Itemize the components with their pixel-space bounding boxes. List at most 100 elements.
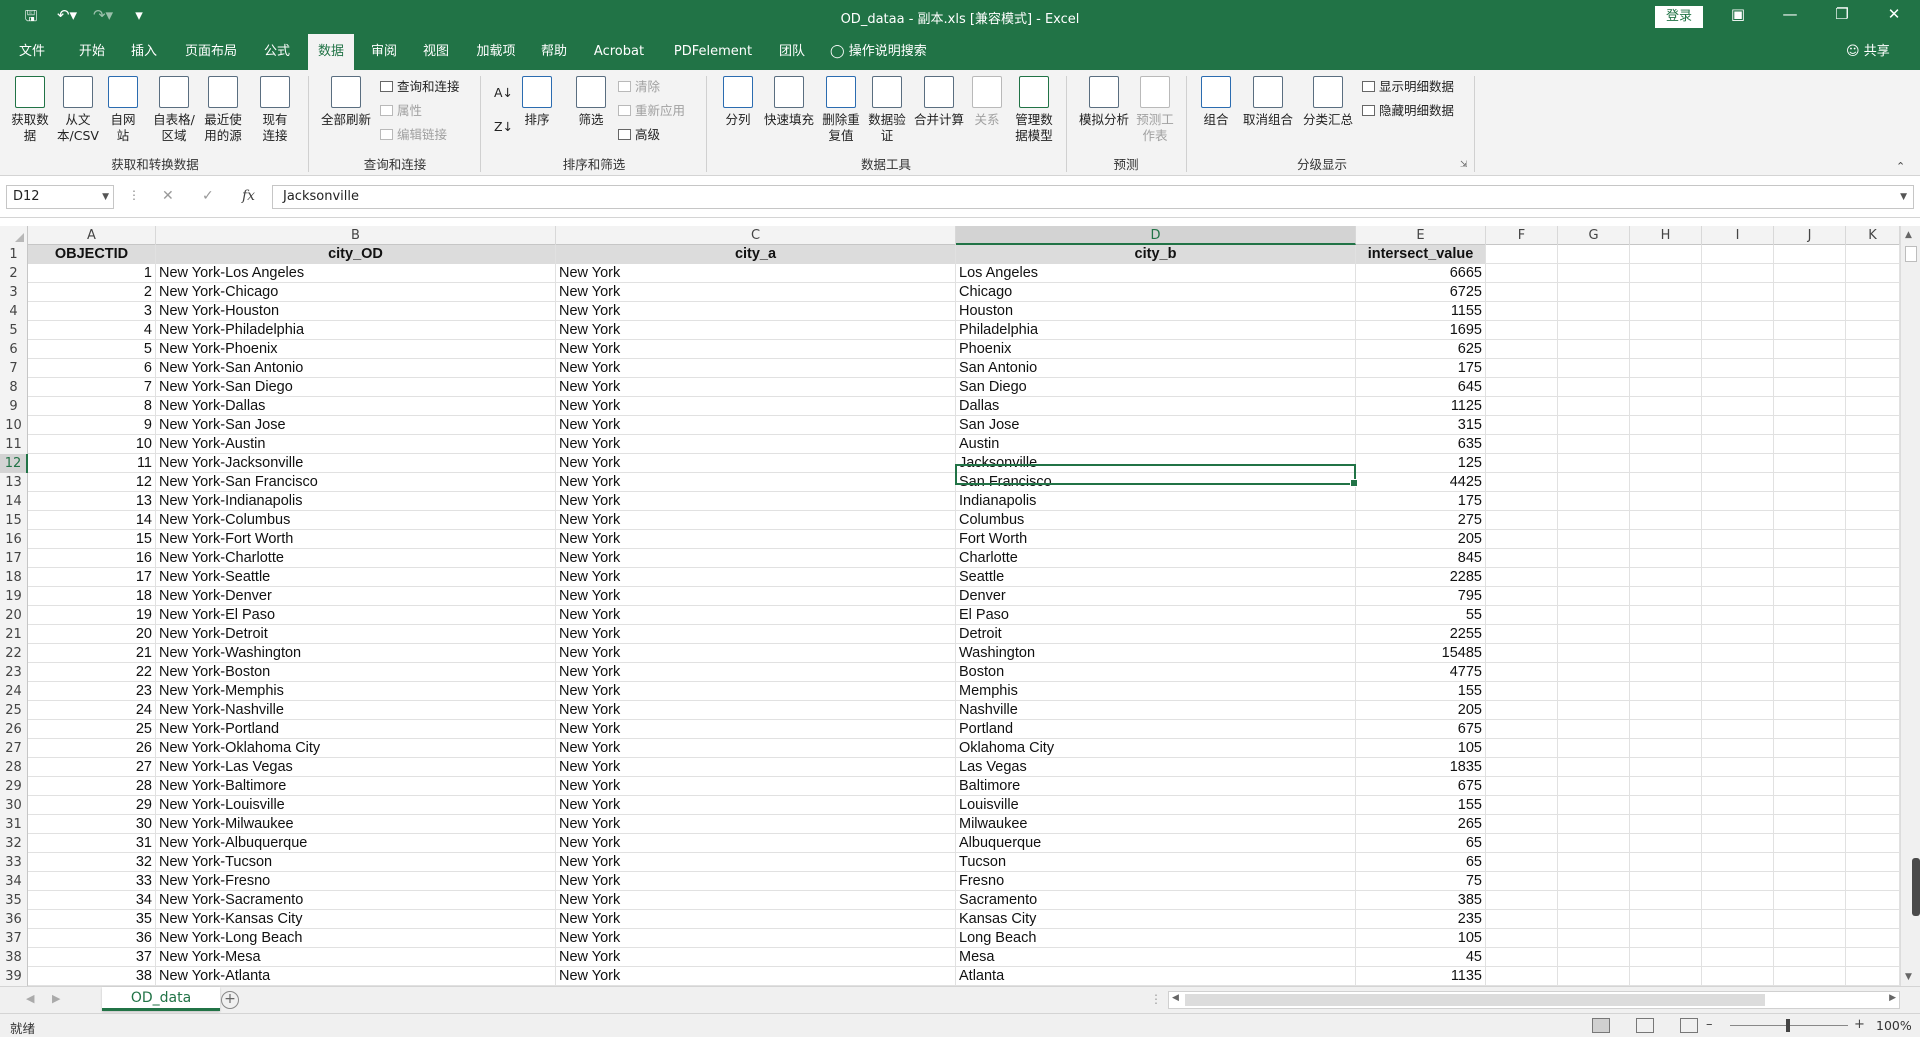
tab-acrobat[interactable]: Acrobat	[588, 34, 650, 70]
cell[interactable]	[1486, 948, 1558, 967]
cell[interactable]	[1558, 283, 1630, 302]
cell[interactable]: 6725	[1356, 283, 1486, 302]
cell[interactable]	[1774, 264, 1846, 283]
reapply-button[interactable]: 重新应用	[618, 102, 685, 120]
cell[interactable]	[1630, 891, 1702, 910]
row-header[interactable]: 15	[0, 511, 28, 530]
cell[interactable]	[1702, 378, 1774, 397]
cell[interactable]: 26	[28, 739, 156, 758]
cell[interactable]	[1558, 682, 1630, 701]
cell[interactable]	[1702, 340, 1774, 359]
cell[interactable]	[1558, 701, 1630, 720]
cell[interactable]: 1835	[1356, 758, 1486, 777]
cell[interactable]: 275	[1356, 511, 1486, 530]
cell[interactable]: New York	[556, 872, 956, 891]
cell[interactable]	[1558, 777, 1630, 796]
cell[interactable]: Detroit	[956, 625, 1356, 644]
row-header[interactable]: 18	[0, 568, 28, 587]
cell[interactable]: 8	[28, 397, 156, 416]
cell[interactable]	[1774, 587, 1846, 606]
cell[interactable]	[1702, 397, 1774, 416]
filter-button[interactable]: 筛选	[574, 76, 608, 128]
tab-pdfelement[interactable]: PDFelement	[664, 34, 762, 70]
cell[interactable]: New York	[556, 359, 956, 378]
cell[interactable]	[1486, 378, 1558, 397]
tab-data[interactable]: 数据	[308, 34, 354, 70]
cell[interactable]: New York-San Jose	[156, 416, 556, 435]
cell[interactable]	[1486, 359, 1558, 378]
cell[interactable]	[1846, 663, 1900, 682]
cell[interactable]	[1558, 264, 1630, 283]
cell[interactable]	[1774, 644, 1846, 663]
cell[interactable]: San Jose	[956, 416, 1356, 435]
cell[interactable]	[1486, 967, 1558, 986]
cell[interactable]	[1846, 454, 1900, 473]
cell[interactable]	[1558, 359, 1630, 378]
cell[interactable]	[1846, 587, 1900, 606]
consolidate-button[interactable]: 合并计算	[912, 76, 966, 128]
column-header-f[interactable]: F	[1486, 226, 1558, 245]
expand-formula-icon[interactable]: ▼	[1900, 186, 1907, 208]
advanced-filter-button[interactable]: 高级	[618, 126, 660, 144]
cell[interactable]: Fresno	[956, 872, 1356, 891]
cell[interactable]	[1630, 473, 1702, 492]
cell[interactable]	[1846, 416, 1900, 435]
enter-icon[interactable]: ✓	[202, 188, 214, 204]
cell[interactable]	[1774, 720, 1846, 739]
tab-formulas[interactable]: 公式	[255, 34, 299, 70]
cell[interactable]: Tucson	[956, 853, 1356, 872]
cell[interactable]	[1630, 397, 1702, 416]
cell[interactable]	[1630, 663, 1702, 682]
cell[interactable]	[1846, 435, 1900, 454]
cell[interactable]: New York	[556, 511, 956, 530]
cell[interactable]	[1558, 492, 1630, 511]
cell[interactable]: New York	[556, 625, 956, 644]
text-to-columns-button[interactable]: 分列	[718, 76, 758, 128]
cell[interactable]	[1774, 568, 1846, 587]
cell[interactable]	[1774, 340, 1846, 359]
what-if-analysis-button[interactable]: 模拟分析	[1076, 76, 1132, 128]
cell[interactable]	[1702, 606, 1774, 625]
cell[interactable]	[1846, 758, 1900, 777]
cell[interactable]	[1702, 929, 1774, 948]
cell[interactable]	[1702, 853, 1774, 872]
cell[interactable]	[1630, 435, 1702, 454]
cell[interactable]: 845	[1356, 549, 1486, 568]
cell[interactable]	[1774, 378, 1846, 397]
cell[interactable]	[1630, 739, 1702, 758]
cell[interactable]	[1630, 549, 1702, 568]
properties-button[interactable]: 属性	[380, 102, 422, 120]
scroll-up-icon[interactable]: ▲	[1905, 230, 1912, 240]
cell[interactable]	[1630, 644, 1702, 663]
cell[interactable]	[1774, 872, 1846, 891]
cell[interactable]	[1846, 283, 1900, 302]
cell[interactable]: New York-Philadelphia	[156, 321, 556, 340]
cell[interactable]: Indianapolis	[956, 492, 1356, 511]
cell[interactable]	[1702, 568, 1774, 587]
cell[interactable]: 27	[28, 758, 156, 777]
cell[interactable]: New York-Atlanta	[156, 967, 556, 986]
cell[interactable]	[1774, 397, 1846, 416]
cell[interactable]	[1630, 340, 1702, 359]
cell[interactable]: New York-Denver	[156, 587, 556, 606]
cell[interactable]	[1558, 758, 1630, 777]
row-header[interactable]: 11	[0, 435, 28, 454]
cell[interactable]: El Paso	[956, 606, 1356, 625]
column-title-cell[interactable]: intersect_value	[1356, 245, 1486, 264]
cell[interactable]	[1486, 910, 1558, 929]
cell[interactable]: 125	[1356, 454, 1486, 473]
flash-fill-button[interactable]: 快速填充	[762, 76, 816, 128]
cell[interactable]: New York	[556, 948, 956, 967]
cell[interactable]: 795	[1356, 587, 1486, 606]
tab-page-layout[interactable]: 页面布局	[178, 34, 244, 70]
vertical-scrollbar[interactable]: ▲ ▼	[1900, 226, 1920, 986]
cell[interactable]	[1846, 967, 1900, 986]
row-header[interactable]: 36	[0, 910, 28, 929]
cell[interactable]	[1558, 397, 1630, 416]
cell[interactable]: 45	[1356, 948, 1486, 967]
cell[interactable]	[1630, 606, 1702, 625]
from-text-csv-button[interactable]: 从文本/CSV	[56, 76, 100, 144]
cell[interactable]: Fort Worth	[956, 530, 1356, 549]
cell[interactable]	[1846, 549, 1900, 568]
cell[interactable]: 22	[28, 663, 156, 682]
